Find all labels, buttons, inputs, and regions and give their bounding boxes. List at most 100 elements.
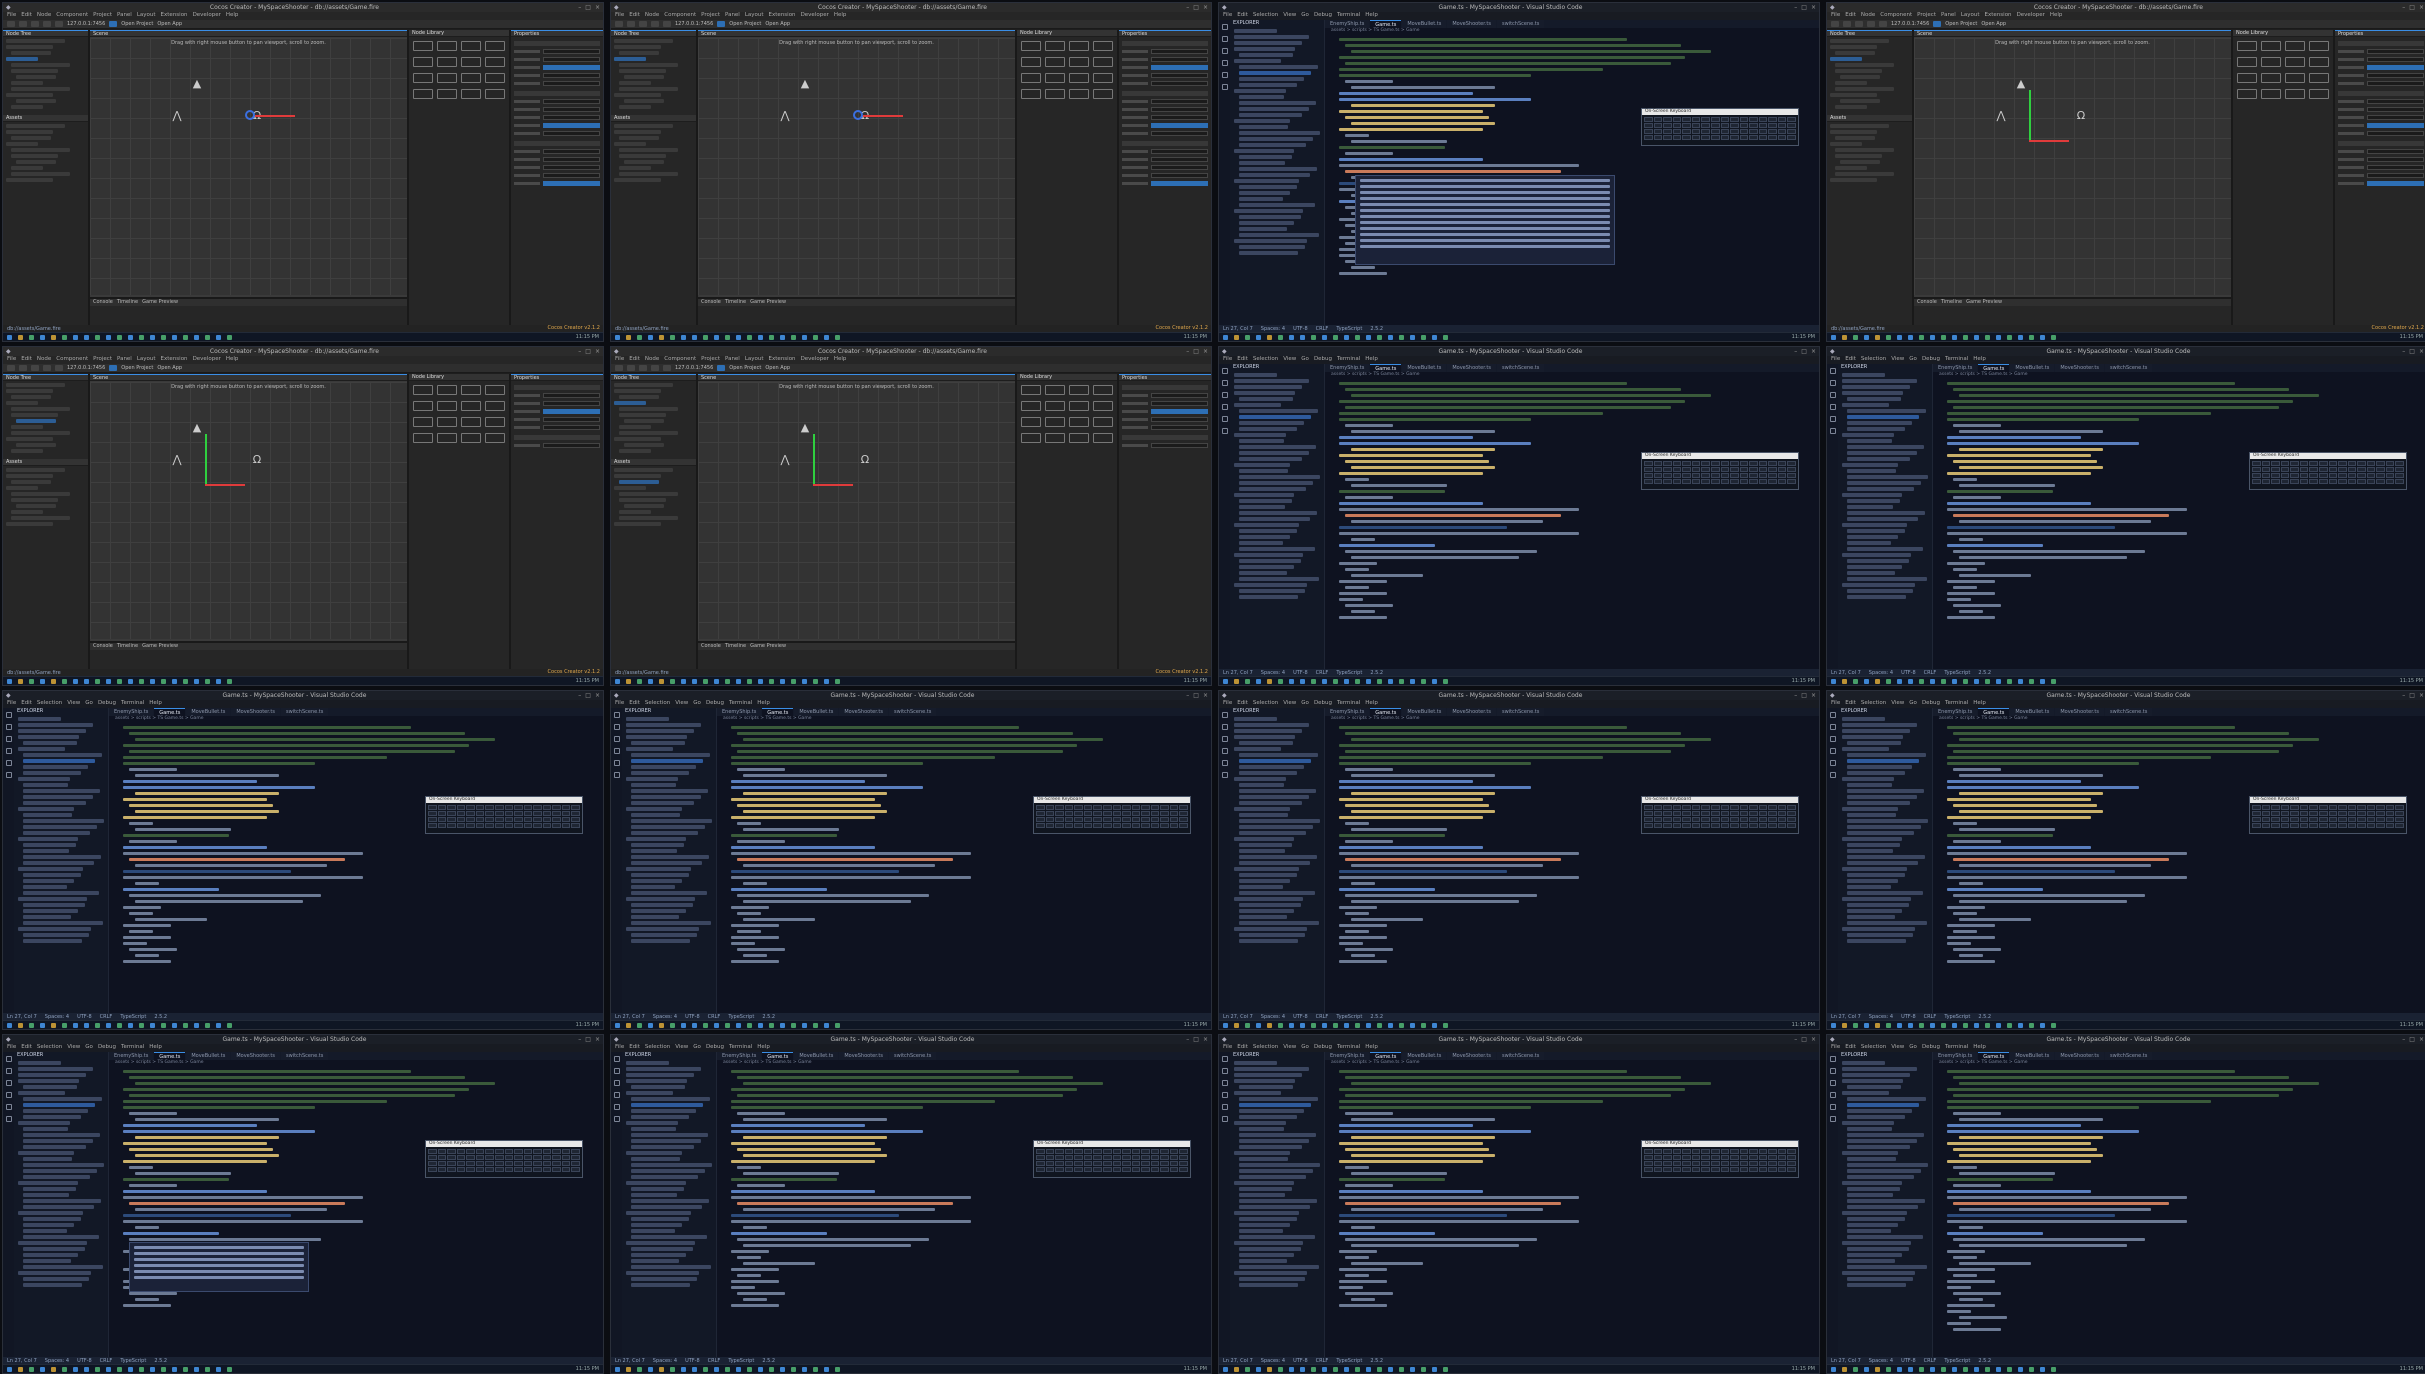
- explorer-file[interactable]: [631, 753, 711, 757]
- code-line[interactable]: [1947, 382, 2235, 385]
- osk-key[interactable]: [1758, 461, 1768, 466]
- osk-key[interactable]: [1701, 135, 1710, 140]
- explorer-file[interactable]: [631, 1115, 690, 1119]
- osk-key[interactable]: [485, 811, 494, 816]
- library-node-item[interactable]: [1093, 385, 1113, 395]
- tree-node[interactable]: [6, 93, 54, 97]
- tree-node[interactable]: [614, 39, 674, 43]
- explorer-file[interactable]: [18, 717, 61, 721]
- library-node-item[interactable]: [485, 89, 505, 99]
- explorer-file[interactable]: [631, 1169, 705, 1173]
- osk-key[interactable]: [1682, 823, 1691, 828]
- taskbar-app-icon[interactable]: [747, 678, 752, 684]
- tree-node[interactable]: [1830, 124, 1890, 128]
- tree-node[interactable]: [624, 160, 664, 164]
- component-header[interactable]: [1122, 435, 1208, 440]
- close-icon[interactable]: ×: [1203, 4, 1208, 11]
- osk-key[interactable]: [552, 811, 561, 816]
- status-item[interactable]: TypeScript: [120, 1014, 146, 1020]
- explorer-file[interactable]: [1239, 939, 1299, 943]
- explorer-file[interactable]: [1842, 463, 1898, 467]
- osk-key[interactable]: [542, 1155, 552, 1160]
- explorer-file[interactable]: [1847, 1259, 1896, 1263]
- osk-key[interactable]: [494, 823, 504, 828]
- menu-item[interactable]: File: [615, 700, 624, 708]
- osk-key[interactable]: [1749, 1155, 1758, 1160]
- taskbar-app-icon[interactable]: [1996, 678, 2001, 684]
- library-node-item[interactable]: [1069, 433, 1089, 443]
- rotate-tool-icon[interactable]: [43, 21, 51, 27]
- explorer-file[interactable]: [1239, 783, 1284, 787]
- explorer-file[interactable]: [1239, 789, 1316, 793]
- minimize-icon[interactable]: –: [578, 4, 581, 11]
- code-line[interactable]: [1345, 822, 1369, 825]
- menu-item[interactable]: Component: [664, 356, 696, 364]
- osk-key[interactable]: [1691, 461, 1701, 466]
- osk-key[interactable]: [1710, 805, 1720, 810]
- code-line[interactable]: [1351, 50, 1711, 53]
- tab-console[interactable]: Console: [701, 299, 721, 306]
- code-line[interactable]: [1339, 1214, 1507, 1217]
- taskbar-app-icon[interactable]: [780, 1022, 785, 1028]
- osk-key[interactable]: [2357, 823, 2366, 828]
- code-line[interactable]: [1339, 146, 1445, 149]
- explorer-file[interactable]: [1239, 1103, 1312, 1107]
- osk-key[interactable]: [1672, 479, 1682, 484]
- library-node-item[interactable]: [413, 57, 433, 67]
- osk-key[interactable]: [1710, 1155, 1720, 1160]
- code-line[interactable]: [1339, 960, 1387, 963]
- library-node-item[interactable]: [2261, 57, 2281, 67]
- code-line[interactable]: [1339, 1178, 1445, 1181]
- osk-key[interactable]: [1653, 123, 1663, 128]
- explorer-file[interactable]: [1234, 239, 1308, 243]
- windows-start-icon[interactable]: [1831, 1366, 1836, 1372]
- tree-node[interactable]: [11, 431, 71, 435]
- osk-key[interactable]: [2338, 461, 2347, 466]
- menu-item[interactable]: Selection: [1861, 356, 1886, 364]
- tree-node[interactable]: [624, 419, 664, 423]
- library-node-item[interactable]: [437, 433, 457, 443]
- code-line[interactable]: [737, 1274, 761, 1277]
- explorer-file[interactable]: [18, 1151, 74, 1155]
- osk-key[interactable]: [1749, 473, 1758, 478]
- taskbar-app-icon[interactable]: [1443, 334, 1448, 340]
- explorer-file[interactable]: [1847, 801, 1910, 805]
- taskbar-app-icon[interactable]: [1399, 1022, 1404, 1028]
- osk-key[interactable]: [1169, 823, 1179, 828]
- code-line[interactable]: [1959, 1082, 2319, 1085]
- osk-key[interactable]: [1777, 1155, 1787, 1160]
- library-node-item[interactable]: [1045, 41, 1065, 51]
- code-line[interactable]: [731, 1070, 1019, 1073]
- extensions-icon[interactable]: [5, 1104, 12, 1110]
- osk-key[interactable]: [1682, 817, 1691, 822]
- osk-key[interactable]: [2357, 817, 2366, 822]
- osk-key[interactable]: [1720, 123, 1730, 128]
- component-header[interactable]: [514, 41, 600, 46]
- osk-key[interactable]: [1122, 805, 1131, 810]
- taskbar-app-icon[interactable]: [84, 1022, 89, 1028]
- cocos-icon[interactable]: [1289, 334, 1294, 340]
- taskbar-app-icon[interactable]: [758, 1022, 763, 1028]
- editor-tab[interactable]: EnemyShip.ts: [1325, 364, 1370, 372]
- tab-timeline[interactable]: Timeline: [1941, 299, 1962, 306]
- osk-key[interactable]: [523, 1155, 533, 1160]
- menu-item[interactable]: Project: [93, 12, 112, 20]
- library-node-item[interactable]: [2309, 57, 2329, 67]
- explorer-file[interactable]: [1842, 385, 1910, 389]
- explorer-file[interactable]: [1234, 553, 1303, 557]
- explorer-file[interactable]: [631, 1163, 712, 1167]
- task-view-icon[interactable]: [1853, 1366, 1858, 1372]
- taskbar-app-icon[interactable]: [1377, 1022, 1382, 1028]
- explorer-file[interactable]: [18, 1121, 70, 1125]
- explorer-file[interactable]: [1239, 71, 1312, 75]
- status-item[interactable]: UTF-8: [1293, 670, 1308, 676]
- osk-key[interactable]: [2328, 823, 2338, 828]
- explorer-file[interactable]: [1234, 463, 1290, 467]
- explorer-file[interactable]: [1842, 373, 1885, 377]
- explorer-file[interactable]: [1842, 723, 1917, 727]
- osk-key[interactable]: [2357, 479, 2366, 484]
- osk-key[interactable]: [1672, 135, 1682, 140]
- taskbar-app-icon[interactable]: [2007, 334, 2012, 340]
- code-line[interactable]: [123, 834, 229, 837]
- search-icon[interactable]: [626, 1022, 631, 1028]
